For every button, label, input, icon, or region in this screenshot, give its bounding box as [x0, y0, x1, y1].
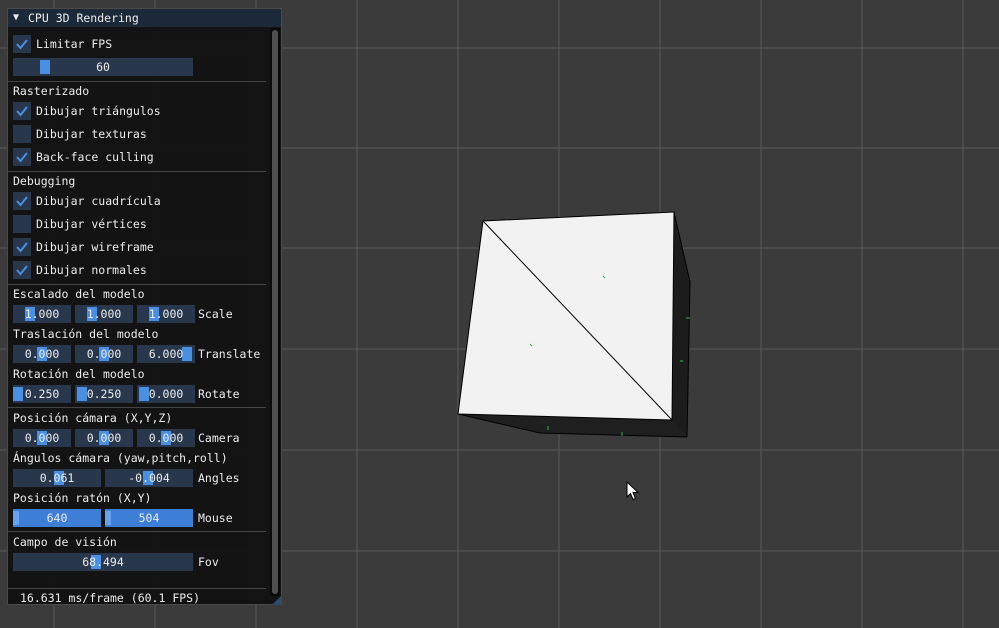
panel-title: CPU 3D Rendering: [28, 11, 139, 25]
draw-wireframe-checkbox[interactable]: [13, 238, 31, 256]
resize-grip-icon[interactable]: [272, 595, 282, 605]
angles-header: Ángulos cámara (yaw,pitch,roll): [13, 451, 228, 465]
fov-label: Fov: [198, 555, 219, 569]
backface-culling-label: Back-face culling: [36, 150, 154, 164]
rotate-label: Rotate: [198, 387, 240, 401]
translate-label: Translate: [198, 347, 261, 361]
mouse-y-drag[interactable]: 504: [105, 509, 193, 527]
mouse-header: Posición ratón (X,Y): [13, 491, 152, 505]
translate-header: Traslación del modelo: [13, 327, 159, 341]
separator: [8, 284, 266, 285]
camera-y-drag[interactable]: 0.000: [75, 429, 133, 447]
draw-vertices-label: Dibujar vértices: [36, 217, 147, 231]
panel-titlebar[interactable]: ▼ CPU 3D Rendering: [8, 9, 281, 27]
rasterizado-header: Rasterizado: [13, 84, 90, 98]
cube-model: [457, 211, 691, 438]
debugging-header: Debugging: [13, 174, 76, 188]
backface-culling-checkbox[interactable]: [13, 148, 31, 166]
fps-value: 60: [96, 60, 110, 74]
draw-triangles-checkbox[interactable]: [13, 102, 31, 120]
draw-triangles-label: Dibujar triángulos: [36, 104, 161, 118]
separator: [8, 588, 266, 589]
angle-pitch-drag[interactable]: -0.004: [105, 469, 193, 487]
rotate-x-drag[interactable]: 0.250: [13, 385, 71, 403]
scrollbar-thumb[interactable]: [272, 30, 278, 594]
scale-x-drag[interactable]: 1.000: [13, 305, 71, 323]
frame-time-readout: 16.631 ms/frame (60.1 FPS): [20, 591, 201, 605]
angles-label: Angles: [198, 471, 240, 485]
draw-textures-label: Dibujar texturas: [36, 127, 147, 141]
limit-fps-checkbox[interactable]: [13, 35, 31, 53]
translate-z-drag[interactable]: 6.000: [137, 345, 195, 363]
fov-header: Campo de visión: [13, 535, 117, 549]
draw-grid-label: Dibujar cuadrícula: [36, 194, 161, 208]
cube-front-face: [457, 211, 675, 421]
mouse-label: Mouse: [198, 511, 233, 525]
draw-vertices-checkbox[interactable]: [13, 215, 31, 233]
camera-z-drag[interactable]: 0.000: [137, 429, 195, 447]
rotate-header: Rotación del modelo: [13, 367, 145, 381]
draw-normals-checkbox[interactable]: [13, 261, 31, 279]
separator: [8, 531, 266, 532]
draw-wireframe-label: Dibujar wireframe: [36, 240, 154, 254]
slider-grab[interactable]: [40, 60, 50, 74]
settings-panel[interactable]: ▼ CPU 3D Rendering Limitar FPS 60 Raster…: [7, 8, 282, 605]
separator: [8, 407, 266, 408]
angle-yaw-drag[interactable]: 0.061: [13, 469, 101, 487]
separator: [8, 81, 266, 82]
scale-y-drag[interactable]: 1.000: [75, 305, 133, 323]
panel-scrollbar[interactable]: [270, 28, 280, 596]
draw-textures-checkbox[interactable]: [13, 125, 31, 143]
collapse-arrow-icon[interactable]: ▼: [13, 9, 19, 27]
camera-label: Camera: [198, 431, 240, 445]
fov-slider[interactable]: 68.494: [13, 553, 193, 571]
limit-fps-label: Limitar FPS: [36, 37, 113, 51]
camera-x-drag[interactable]: 0.000: [13, 429, 71, 447]
separator: [8, 171, 266, 172]
translate-x-drag[interactable]: 0.000: [13, 345, 71, 363]
scale-z-drag[interactable]: 1.000: [137, 305, 195, 323]
draw-grid-checkbox[interactable]: [13, 192, 31, 210]
mouse-cursor-icon: [626, 481, 640, 501]
mouse-x-drag[interactable]: 640: [13, 509, 101, 527]
fps-slider[interactable]: 60: [13, 58, 193, 76]
rotate-z-drag[interactable]: 0.000: [137, 385, 195, 403]
rotate-y-drag[interactable]: 0.250: [75, 385, 133, 403]
translate-y-drag[interactable]: 0.000: [75, 345, 133, 363]
scale-header: Escalado del modelo: [13, 287, 145, 301]
camera-header: Posición cámara (X,Y,Z): [13, 411, 173, 425]
scale-label: Scale: [198, 307, 233, 321]
draw-normals-label: Dibujar normales: [36, 263, 147, 277]
